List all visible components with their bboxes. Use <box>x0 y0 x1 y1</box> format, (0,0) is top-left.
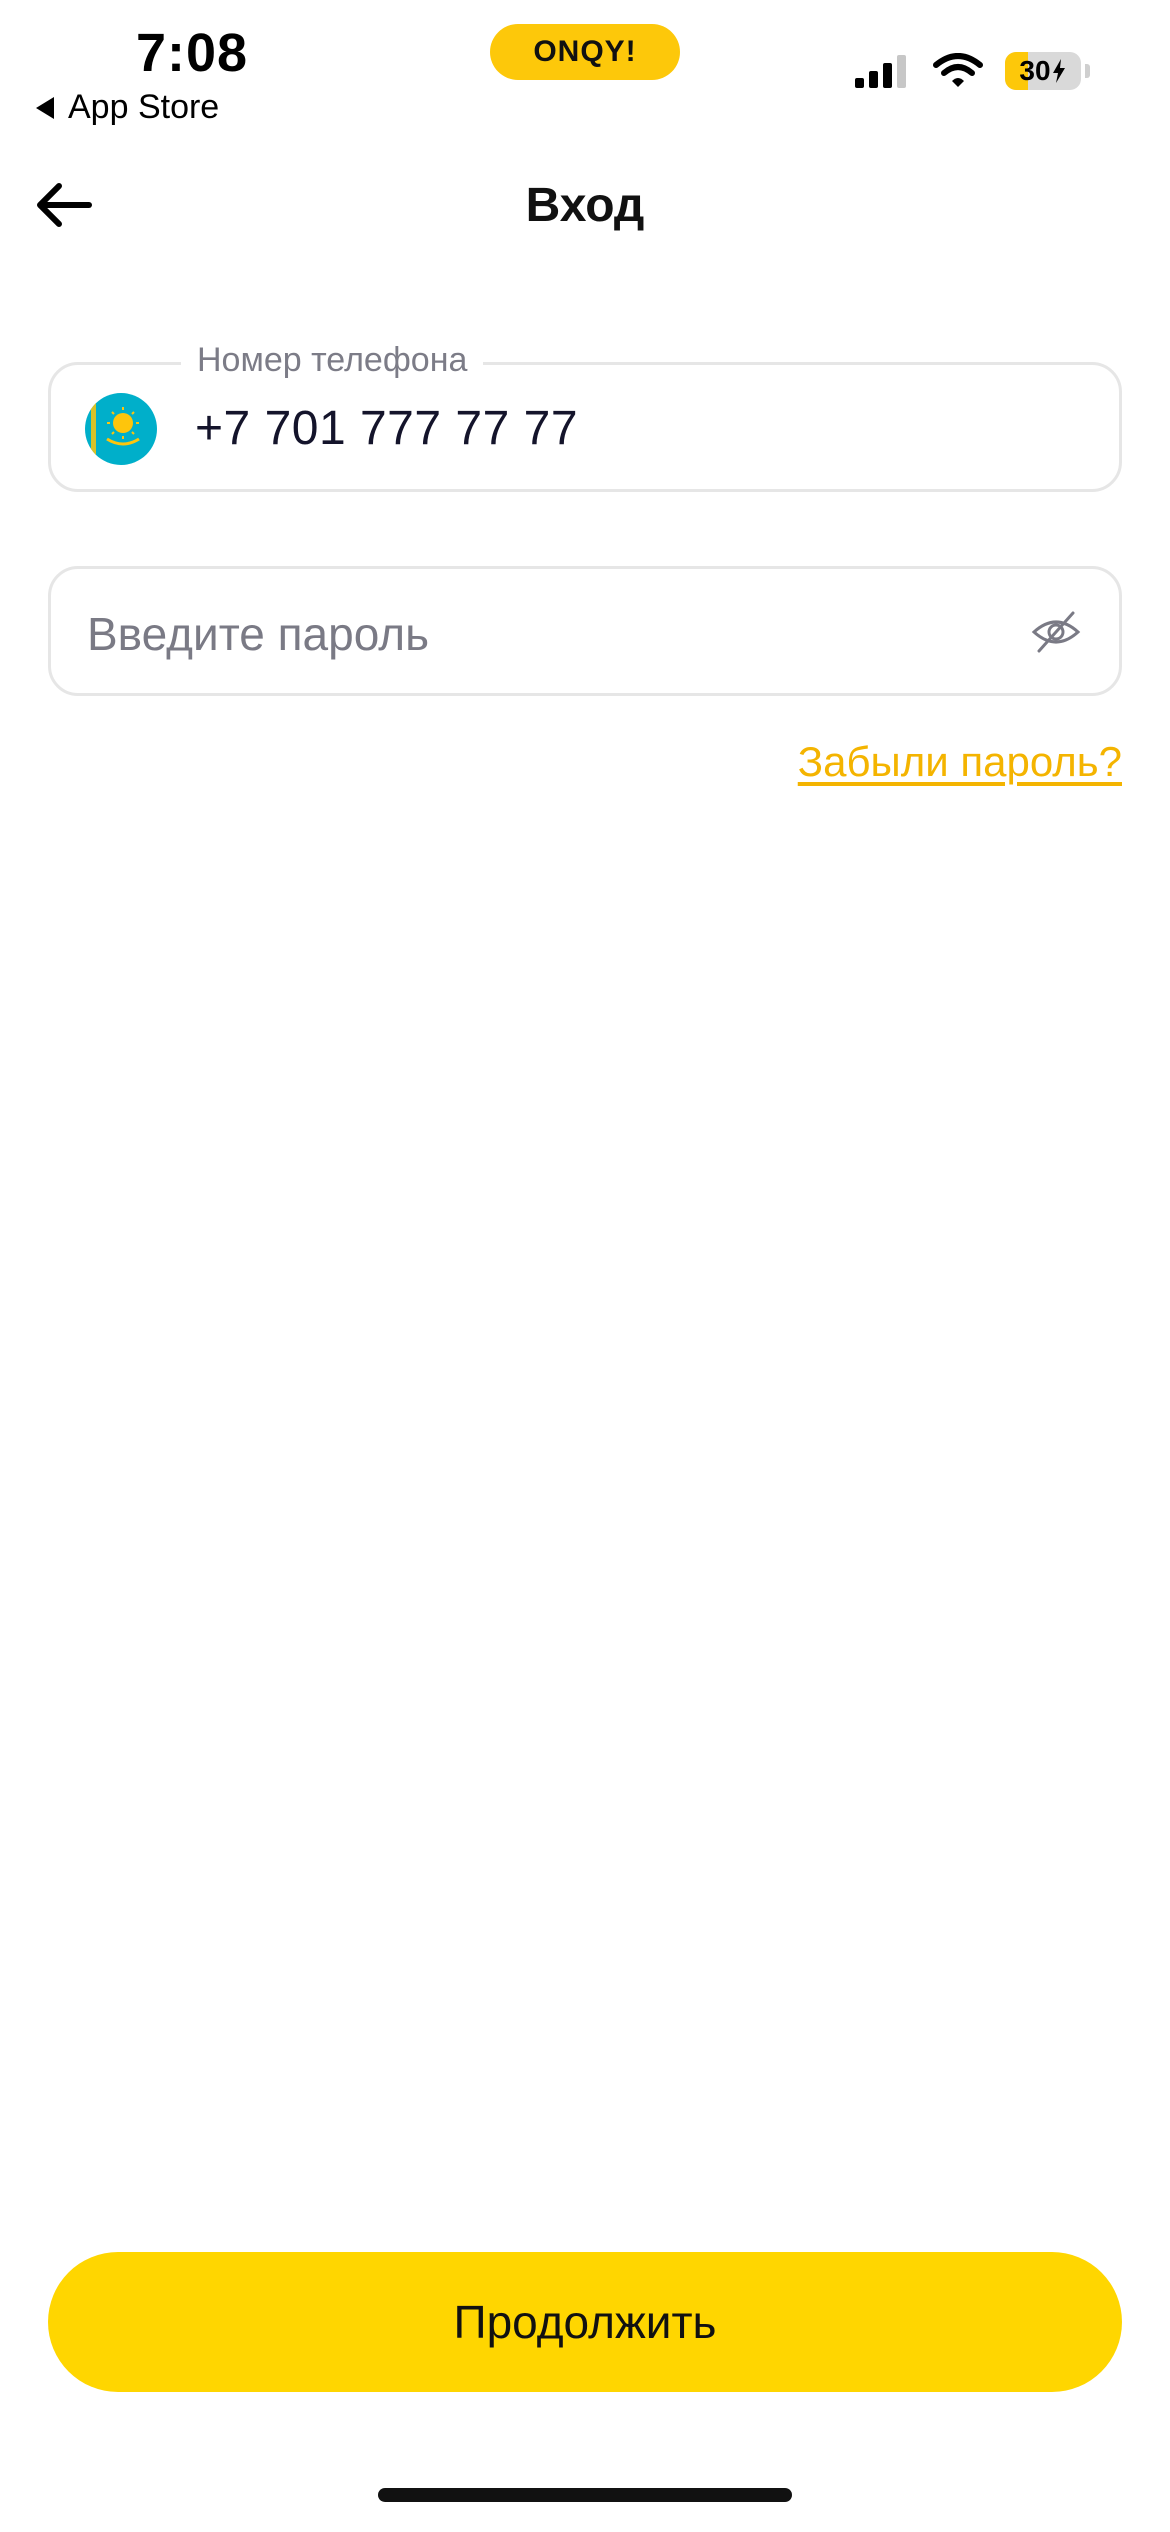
navigation-bar: Вход <box>0 160 1170 250</box>
phone-field[interactable]: Номер телефона +7 701 777 77 77 <box>48 341 1122 492</box>
status-time: 7:08 <box>136 23 249 83</box>
eye-off-icon[interactable] <box>1031 607 1081 657</box>
battery-level: 30 <box>1019 55 1051 86</box>
password-placeholder[interactable]: Введите пароль <box>87 607 429 661</box>
page-title: Вход <box>525 179 645 232</box>
dynamic-island-logo: ONQY! <box>490 24 680 80</box>
status-bar: 7:08 App Store ONQY! 30 <box>0 0 1170 150</box>
password-field[interactable]: Введите пароль <box>48 566 1122 696</box>
battery-cap <box>1085 64 1090 78</box>
forgot-password-link[interactable]: Забыли пароль? <box>798 738 1122 786</box>
wifi-icon <box>933 53 983 87</box>
back-triangle-icon <box>36 96 54 119</box>
status-icons: 30 <box>855 52 1090 90</box>
continue-button[interactable]: Продолжить <box>48 2252 1122 2392</box>
back-app-label: App Store <box>68 88 220 126</box>
battery-icon: 30 <box>1005 52 1081 90</box>
back-to-app-store-link[interactable]: App Store <box>36 88 219 127</box>
signal-icon <box>855 55 906 88</box>
kazakhstan-flag-icon[interactable] <box>85 393 157 465</box>
phone-input-value[interactable]: +7 701 777 77 77 <box>195 401 578 456</box>
phone-field-label: Номер телефона <box>181 341 484 380</box>
home-indicator <box>378 2488 792 2502</box>
bolt-icon <box>1052 59 1065 83</box>
